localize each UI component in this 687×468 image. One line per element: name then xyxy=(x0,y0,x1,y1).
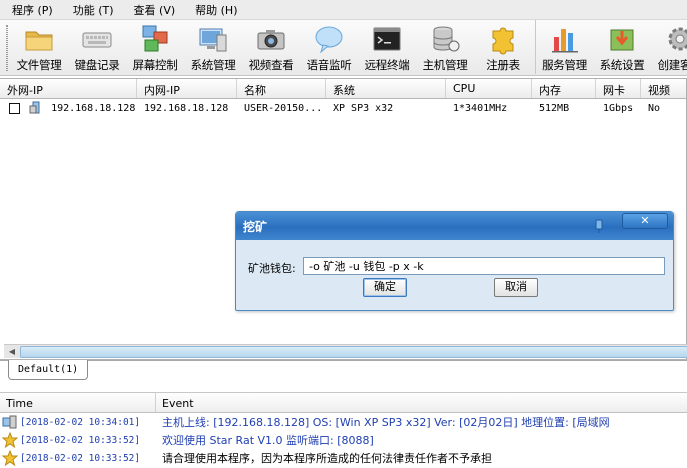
screen-control-icon xyxy=(142,25,168,52)
system-settings-label: 系统设置 xyxy=(599,58,645,72)
group-tab-bar: Default(1) xyxy=(0,360,687,382)
keyboard-icon xyxy=(82,32,112,48)
log-event: 欢迎使用 Star Rat V1.0 监听端口: [8088] xyxy=(162,434,374,447)
settings-box-icon xyxy=(610,29,634,51)
cell-video: No xyxy=(648,102,661,114)
system-manage-icon xyxy=(199,28,227,52)
host-manage-label: 主机管理 xyxy=(422,58,468,72)
file-manager-label: 文件管理 xyxy=(16,58,62,72)
close-icon: ✕ xyxy=(640,214,650,227)
log-time: [2018-02-02 10:33:52] xyxy=(20,434,141,446)
scroll-thumb[interactable] xyxy=(20,346,687,358)
table-row[interactable]: 192.168.18.128 192.168.18.128 USER-20150… xyxy=(0,99,686,117)
col-wan-ip[interactable]: 外网-IP xyxy=(0,79,137,98)
close-button[interactable]: ✕ xyxy=(622,213,668,229)
cell-memory: 512MB xyxy=(539,102,570,114)
keylogger-button[interactable]: 键盘记录 xyxy=(68,20,126,74)
system-settings-button[interactable]: 系统设置 xyxy=(593,20,651,74)
host-manage-button[interactable]: 主机管理 xyxy=(416,20,474,74)
gear-icon xyxy=(668,27,687,51)
log-row: [2018-02-02 10:33:52] 请合理使用本程序，因为本程序所造成的… xyxy=(0,449,687,467)
camera-icon xyxy=(257,30,285,50)
keylogger-label: 键盘记录 xyxy=(74,58,120,72)
remote-terminal-button[interactable]: 远程终端 xyxy=(358,20,416,74)
scroll-left-icon[interactable]: ◀ xyxy=(5,346,19,358)
star-icon xyxy=(2,450,18,466)
log-col-event[interactable]: Event xyxy=(156,393,194,412)
menu-function[interactable]: 功能 (T) xyxy=(69,1,118,19)
cell-lan-ip: 192.168.18.128 xyxy=(144,102,229,114)
wallet-input[interactable] xyxy=(303,257,665,275)
menu-bar: 程序 (P) 功能 (T) 查看 (V) 帮助 (H) xyxy=(0,0,687,20)
menu-view[interactable]: 查看 (V) xyxy=(130,1,180,19)
col-lan-ip[interactable]: 内网-IP xyxy=(137,79,237,98)
file-manager-button[interactable]: 文件管理 xyxy=(10,20,68,74)
dialog-title: 挖矿 xyxy=(243,220,268,234)
log-header: Time Event xyxy=(0,393,687,413)
computer-icon xyxy=(2,415,17,429)
log-time: [2018-02-02 10:34:01] xyxy=(20,416,141,428)
dialog-title-bar[interactable]: 挖矿 ✕ xyxy=(236,212,673,240)
toolbar: 文件管理 键盘记录 屏幕控制 系统管理 视频查看 语音监听 远程终端 主机管理 … xyxy=(0,20,687,76)
bar-chart-icon xyxy=(551,29,578,53)
log-row: [2018-02-02 10:33:52] 欢迎使用 Star Rat V1.0… xyxy=(0,431,687,449)
star-icon xyxy=(2,432,18,448)
create-client-button[interactable]: 创建客户 xyxy=(651,20,687,74)
log-panel: Time Event [2018-02-02 10:34:01] 主机上线: [… xyxy=(0,392,687,468)
terminal-icon xyxy=(373,27,401,51)
video-view-button[interactable]: 视频查看 xyxy=(242,20,300,74)
col-memory[interactable]: 内存 xyxy=(532,79,596,98)
remote-terminal-label: 远程终端 xyxy=(364,58,410,72)
database-icon xyxy=(433,26,460,52)
service-manage-button[interactable]: 服务管理 xyxy=(535,20,593,74)
log-event: 主机上线: [192.168.18.128] OS: [Win XP SP3 x… xyxy=(162,416,610,429)
tab-default[interactable]: Default(1) xyxy=(8,360,88,380)
log-time: [2018-02-02 10:33:52] xyxy=(20,452,141,464)
voice-monitor-label: 语音监听 xyxy=(306,58,352,72)
row-checkbox[interactable] xyxy=(9,102,20,114)
cancel-button[interactable]: 取消 xyxy=(494,278,538,297)
cell-cpu: 1*3401MHz xyxy=(453,102,508,114)
col-video[interactable]: 视频 xyxy=(641,79,687,98)
toolbar-grip xyxy=(6,25,8,71)
col-cpu[interactable]: CPU xyxy=(446,79,532,98)
puzzle-icon xyxy=(492,27,514,55)
col-name[interactable]: 名称 xyxy=(237,79,326,98)
video-view-label: 视频查看 xyxy=(248,58,294,72)
computer-icon xyxy=(29,101,40,114)
service-manage-label: 服务管理 xyxy=(542,58,587,72)
ok-button[interactable]: 确定 xyxy=(363,278,407,297)
wallet-label: 矿池钱包: xyxy=(248,262,296,275)
screen-control-label: 屏幕控制 xyxy=(132,58,178,72)
pin-icon[interactable] xyxy=(594,219,604,234)
mining-dialog: 挖矿 ✕ 矿池钱包: 确定 取消 xyxy=(235,211,674,311)
system-manage-button[interactable]: 系统管理 xyxy=(184,20,242,74)
log-event: 请合理使用本程序，因为本程序所造成的任何法律责任作者不予承担 xyxy=(162,452,492,465)
registry-button[interactable]: 注册表 xyxy=(474,20,532,74)
screen-control-button[interactable]: 屏幕控制 xyxy=(126,20,184,74)
cell-os: XP SP3 x32 xyxy=(333,102,394,114)
host-list-header: 外网-IP 内网-IP 名称 系统 CPU 内存 网卡 视频 xyxy=(0,79,686,99)
cell-nic: 1Gbps xyxy=(603,102,634,114)
menu-program[interactable]: 程序 (P) xyxy=(8,1,57,19)
log-col-time[interactable]: Time xyxy=(0,393,156,412)
menu-help[interactable]: 帮助 (H) xyxy=(191,1,241,19)
voice-monitor-button[interactable]: 语音监听 xyxy=(300,20,358,74)
col-nic[interactable]: 网卡 xyxy=(596,79,641,98)
horizontal-scrollbar[interactable]: ◀ xyxy=(4,344,687,358)
cell-wan-ip: 192.168.18.128 xyxy=(51,103,136,114)
registry-label: 注册表 xyxy=(486,58,520,72)
col-os[interactable]: 系统 xyxy=(326,79,446,98)
cell-name: USER-20150... xyxy=(244,102,323,114)
speech-bubble-icon xyxy=(315,26,343,54)
log-row: [2018-02-02 10:34:01] 主机上线: [192.168.18.… xyxy=(0,413,687,431)
create-client-label: 创建客户 xyxy=(657,58,687,72)
folder-icon xyxy=(25,31,53,51)
system-manage-label: 系统管理 xyxy=(190,58,236,72)
